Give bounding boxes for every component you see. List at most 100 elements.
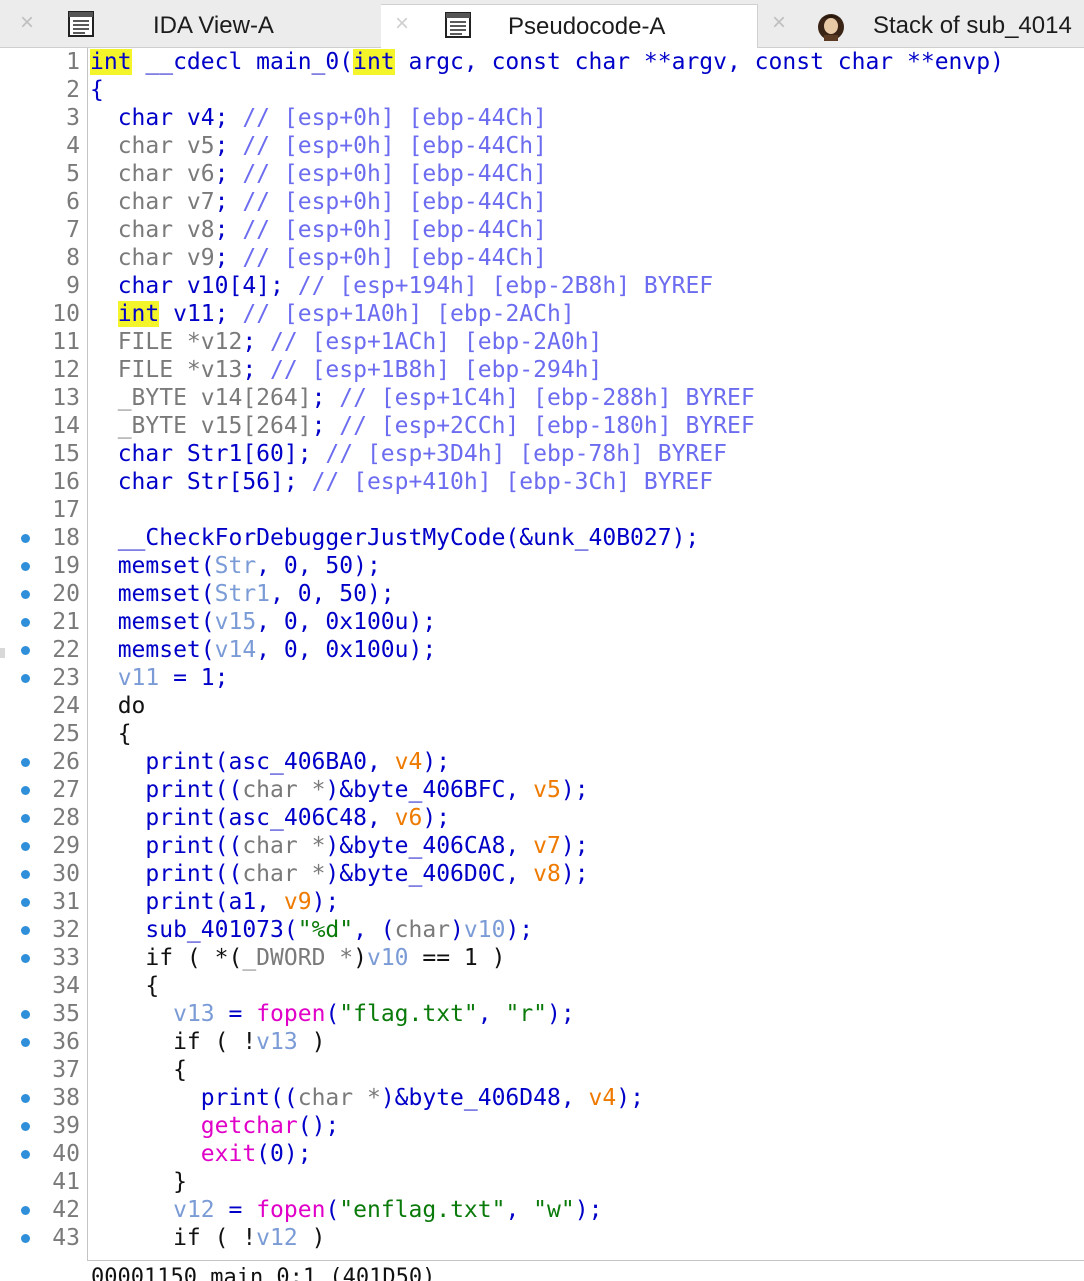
code-line[interactable]: { — [90, 76, 104, 104]
code-line[interactable]: _BYTE v14[264]; // [esp+1C4h] [ebp-288h]… — [90, 384, 755, 412]
breakpoint-dot-icon[interactable] — [21, 534, 30, 543]
breakpoint-dot-icon[interactable] — [21, 954, 30, 963]
code-line[interactable]: char v10[4]; // [esp+194h] [ebp-2B8h] BY… — [90, 272, 713, 300]
code-token: print(( — [90, 1085, 298, 1111]
code-token: , 0, 0x100u); — [256, 609, 437, 635]
code-line[interactable]: char Str[56]; // [esp+410h] [ebp-3Ch] BY… — [90, 468, 713, 496]
code-line[interactable]: { — [90, 1056, 187, 1084]
code-line[interactable]: memset(v14, 0, 0x100u); — [90, 636, 437, 664]
code-token: = — [214, 1001, 257, 1027]
code-token: fopen — [256, 1197, 326, 1223]
code-token: )&byte_406CA8, — [325, 833, 534, 859]
code-line[interactable]: getchar(); — [90, 1112, 339, 1140]
code-token: v6 — [394, 805, 423, 831]
breakpoint-dot-icon[interactable] — [21, 562, 30, 571]
line-gutter[interactable]: 1 2 3 4 5 6 7 8 9 10 11 12 13 14 15 16 17 18 19 20 21 22 23 24 2… — [0, 48, 86, 1260]
code-line[interactable]: print((char *)&byte_406CA8, v7); — [90, 832, 588, 860]
status-address: 00001150 main_0:1 (401D50) — [91, 1265, 436, 1281]
code-token: ; — [214, 133, 243, 159]
breakpoint-dot-icon[interactable] — [21, 646, 30, 655]
code-line[interactable]: FILE *v12; // [esp+1ACh] [ebp-2A0h] — [90, 328, 603, 356]
close-tab-icon[interactable]: × — [20, 9, 34, 37]
code-token: ); — [574, 1197, 603, 1223]
portrait-icon — [816, 11, 844, 41]
line-number: 19 — [52, 553, 80, 579]
line-number: 31 — [52, 889, 80, 915]
code-line[interactable]: char Str1[60]; // [esp+3D4h] [ebp-78h] B… — [90, 440, 727, 468]
breakpoint-dot-icon[interactable] — [21, 1094, 30, 1103]
pseudocode-editor[interactable]: 1 2 3 4 5 6 7 8 9 10 11 12 13 14 15 16 17 18 19 20 21 22 23 24 2… — [0, 48, 1084, 1260]
code-line[interactable]: char v8; // [esp+0h] [ebp-44Ch] — [90, 216, 547, 244]
breakpoint-dot-icon[interactable] — [21, 926, 30, 935]
code-line[interactable]: print(asc_406BA0, v4); — [90, 748, 450, 776]
code-line[interactable]: print(a1, v9); — [90, 888, 339, 916]
breakpoint-dot-icon[interactable] — [21, 898, 30, 907]
code-line[interactable]: print((char *)&byte_406BFC, v5); — [90, 776, 589, 804]
tab-pseudocode-a[interactable]: × Pseudocode-A — [381, 4, 758, 48]
breakpoint-dot-icon[interactable] — [21, 786, 30, 795]
code-line[interactable]: char v7; // [esp+0h] [ebp-44Ch] — [90, 188, 547, 216]
code-line[interactable]: if ( !v12 ) — [90, 1224, 325, 1252]
code-token: _DWORD * — [242, 945, 354, 971]
breakpoint-dot-icon[interactable] — [21, 870, 30, 879]
code-line[interactable]: { — [90, 972, 159, 1000]
code-line[interactable]: if ( *(_DWORD *)v10 == 1 ) — [90, 944, 505, 972]
code-token: // [esp+1A0h] [ebp-2ACh] — [242, 301, 575, 327]
code-line[interactable]: memset(v15, 0, 0x100u); — [90, 608, 437, 636]
code-token: argc, const char **argv, const char **en… — [394, 49, 1004, 75]
code-line[interactable]: int v11; // [esp+1A0h] [ebp-2ACh] — [90, 300, 575, 328]
code-line[interactable]: char v9; // [esp+0h] [ebp-44Ch] — [90, 244, 547, 272]
code-line[interactable]: print((char *)&byte_406D48, v4); — [90, 1084, 644, 1112]
breakpoint-dot-icon[interactable] — [21, 1150, 30, 1159]
close-tab-icon[interactable]: × — [395, 10, 409, 38]
code-token: , — [505, 1197, 534, 1223]
code-line[interactable]: char v4; // [esp+0h] [ebp-44Ch] — [90, 104, 547, 132]
code-line[interactable]: memset(Str, 0, 50); — [90, 552, 381, 580]
code-line[interactable]: _BYTE v15[264]; // [esp+2CCh] [ebp-180h]… — [90, 412, 755, 440]
code-token: v12 — [256, 1225, 298, 1251]
line-number: 32 — [52, 917, 80, 943]
code-line[interactable]: char v6; // [esp+0h] [ebp-44Ch] — [90, 160, 547, 188]
code-token: char v4; — [90, 105, 243, 131]
breakpoint-dot-icon[interactable] — [21, 674, 30, 683]
breakpoint-dot-icon[interactable] — [21, 1234, 30, 1243]
code-line[interactable]: sub_401073("%d", (char)v10); — [90, 916, 533, 944]
code-line[interactable]: v11 = 1; — [90, 664, 229, 692]
code-line[interactable]: v12 = fopen("enflag.txt", "w"); — [90, 1196, 602, 1224]
breakpoint-dot-icon[interactable] — [21, 1206, 30, 1215]
code-line[interactable]: FILE *v13; // [esp+1B8h] [ebp-294h] — [90, 356, 603, 384]
code-line[interactable]: memset(Str1, 0, 50); — [90, 580, 395, 608]
line-number: 18 — [52, 525, 80, 551]
code-token: )&byte_406D48, — [380, 1085, 589, 1111]
code-line[interactable]: __CheckForDebuggerJustMyCode(&unk_40B027… — [90, 524, 700, 552]
code-token: ); — [560, 777, 589, 803]
code-line[interactable]: do — [90, 692, 146, 720]
tab-stack-of-sub[interactable]: × Stack of sub_4014 — [758, 4, 1084, 46]
code-line[interactable]: print((char *)&byte_406D0C, v8); — [90, 860, 588, 888]
code-area[interactable]: int __cdecl main_0(int argc, const char … — [87, 48, 1084, 1260]
breakpoint-dot-icon[interactable] — [21, 1038, 30, 1047]
breakpoint-dot-icon[interactable] — [21, 758, 30, 767]
code-line[interactable]: print(asc_406C48, v6); — [90, 804, 450, 832]
breakpoint-dot-icon[interactable] — [21, 590, 30, 599]
breakpoint-dot-icon[interactable] — [21, 1122, 30, 1131]
code-line[interactable]: } — [90, 1168, 187, 1196]
breakpoint-dot-icon[interactable] — [21, 618, 30, 627]
code-line[interactable]: { — [90, 720, 132, 748]
code-line[interactable]: if ( !v13 ) — [90, 1028, 325, 1056]
tab-ida-view-a[interactable]: × IDA View-A — [0, 4, 380, 46]
code-token: , 0, 50); — [270, 581, 395, 607]
close-tab-icon[interactable]: × — [772, 9, 786, 37]
code-token: ( — [325, 1001, 340, 1027]
breakpoint-dot-icon[interactable] — [21, 842, 30, 851]
breakpoint-dot-icon[interactable] — [21, 1010, 30, 1019]
code-line[interactable]: exit(0); — [90, 1140, 312, 1168]
breakpoint-dot-icon[interactable] — [21, 814, 30, 823]
code-token: ; — [311, 385, 340, 411]
code-line[interactable]: int __cdecl main_0(int argc, const char … — [90, 48, 1004, 76]
code-line[interactable]: v13 = fopen("flag.txt", "r"); — [90, 1000, 575, 1028]
code-line[interactable]: char v5; // [esp+0h] [ebp-44Ch] — [90, 132, 547, 160]
code-token: _BYTE v15[264] — [90, 413, 312, 439]
code-token: int — [90, 49, 132, 75]
